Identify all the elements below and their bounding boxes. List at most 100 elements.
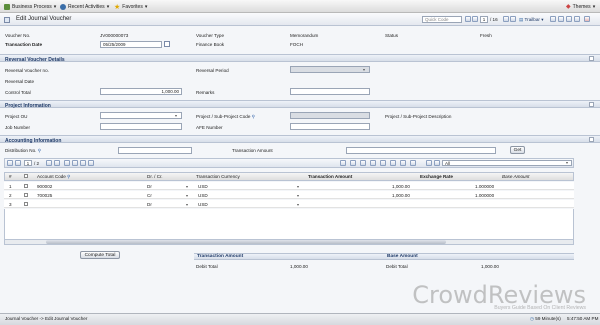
recent-activities-menu[interactable]: Recent Activities ▾ [60,2,109,11]
project-ou-select[interactable] [100,112,182,119]
add-row-button[interactable] [64,160,70,166]
amount-cell[interactable]: 1,000.00 [392,193,410,198]
status-label: Status [385,33,399,38]
refresh-button[interactable] [566,16,572,22]
first-page-button[interactable] [465,16,471,22]
help-button[interactable] [550,16,556,22]
account-code-cell[interactable]: 700025 [37,193,52,198]
grid-tool-1[interactable] [340,160,346,166]
grid-tool-2[interactable] [350,160,356,166]
sort-icon[interactable] [434,160,440,166]
chevron-down-icon [186,204,188,206]
afe-number-input[interactable] [290,123,370,130]
account-code-cell[interactable]: 900002 [37,184,52,189]
accounting-section-header[interactable]: Accounting Information [0,135,600,144]
reversal-section-header[interactable]: Reversal Voucher Details [0,54,600,63]
chevron-down-icon [186,195,188,197]
calendar-icon[interactable] [164,41,170,47]
chevron-down-icon [566,162,568,164]
search-icon[interactable]: ⚲ [252,114,255,119]
filter-icon[interactable] [426,160,432,166]
trailbar-menu[interactable]: ▤ Trailbar ▾ [519,17,544,23]
last-page-button[interactable] [54,160,60,166]
window-title: Edit Journal Voucher [16,16,72,22]
currency-cell[interactable]: USD [198,184,208,189]
col-exchange-rate[interactable]: Exchange Rate [420,174,453,179]
settings-button[interactable] [574,16,580,22]
grid-tool-8[interactable] [410,160,416,166]
quick-code-input[interactable]: Quick Code [422,16,462,23]
themes-menu[interactable]: ◆ Themes ▾ [566,2,595,11]
job-number-label: Job Number [5,125,31,130]
project-desc-label: Project / Sub-Project Description [385,114,452,119]
amount-cell[interactable]: 1,000.00 [392,184,410,189]
currency-cell[interactable]: USD [198,193,208,198]
table-row[interactable] [4,200,574,208]
print-button[interactable] [558,16,564,22]
row-num: 1 [9,184,12,189]
business-process-menu[interactable]: Business Process ▾ [4,2,56,11]
row-checkbox[interactable] [24,184,28,188]
watermark-tagline: Buyers Guide Based On Client Reviews [494,305,586,311]
scrollbar-thumb[interactable] [46,240,446,244]
copy-row-button[interactable] [80,160,86,166]
next-page-button[interactable] [46,160,52,166]
col-account-code[interactable]: Account Code ⚲ [37,174,71,180]
col-base-amount[interactable]: Base Amount [502,174,529,179]
window-icon [4,17,10,23]
transaction-amount-input[interactable] [346,147,496,154]
collapse-icon[interactable] [589,102,594,107]
status-value: Fresh [480,33,492,38]
page-input[interactable]: 1 [480,16,488,23]
control-total-input[interactable]: 1,000.00 [100,88,182,95]
collapse-icon[interactable] [589,137,594,142]
grid-tool-3[interactable] [360,160,366,166]
collapse-icon[interactable] [589,56,594,61]
session-timer: ◷ 59 Minute(s) [530,316,561,321]
job-number-input[interactable] [100,123,182,130]
row-num: 3 [9,202,12,207]
col-amount[interactable]: Transaction Amount [308,174,352,179]
favorites-menu[interactable]: ★ Favorites ▾ [114,2,147,11]
compute-total-button[interactable]: Compute Total [80,251,120,259]
get-button[interactable]: Get [510,146,525,154]
next-page-button[interactable] [503,16,509,22]
project-section-header[interactable]: Project Information [0,100,600,109]
debit-total-value: 1,000.00 [290,264,308,269]
delete-row-button[interactable] [72,160,78,166]
grid-tool-7[interactable] [400,160,406,166]
remarks-label: Remarks [196,90,215,95]
search-icon[interactable]: ⚲ [67,174,70,179]
currency-cell[interactable]: USD [198,202,208,207]
dr-cr-cell[interactable]: Dr [147,202,152,207]
reversal-period-select[interactable] [290,66,370,73]
grid-header [4,172,574,181]
row-checkbox[interactable] [24,202,28,206]
close-button[interactable] [584,16,590,22]
col-currency[interactable]: Transaction Currency [196,174,240,179]
transaction-date-input[interactable]: 05/25/2009 [100,41,162,48]
grid-page-input[interactable]: 1 [24,160,32,166]
dr-cr-cell[interactable]: Dr [147,184,152,189]
row-checkbox[interactable] [24,193,28,197]
prev-page-button[interactable] [472,16,478,22]
remarks-input[interactable] [290,88,370,95]
rate-cell[interactable]: 1.000000 [475,193,494,198]
grid-tool-5[interactable] [380,160,386,166]
search-icon[interactable]: ⚲ [38,148,41,153]
grid-filter-select[interactable]: All [442,160,572,166]
search-button[interactable] [88,160,94,166]
last-page-button[interactable] [510,16,516,22]
grid-tool-6[interactable] [390,160,396,166]
select-all-checkbox[interactable] [24,174,28,178]
grid-tool-4[interactable] [370,160,376,166]
accounting-section-title: Accounting Information [5,137,62,144]
project-code-input[interactable] [290,112,370,119]
first-page-button[interactable] [7,160,13,166]
prev-page-button[interactable] [15,160,21,166]
dr-cr-cell[interactable]: Cr [147,193,152,198]
col-dr-cr[interactable]: Dr. / Cr. [147,174,163,179]
rate-cell[interactable]: 1.000000 [475,184,494,189]
reversal-section-title: Reversal Voucher Details [5,56,65,63]
distribution-no-input[interactable] [118,147,192,154]
